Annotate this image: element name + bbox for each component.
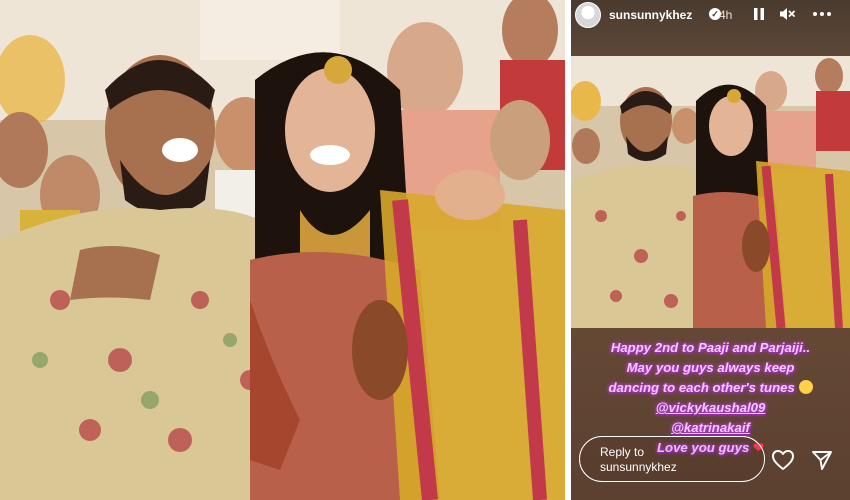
pause-icon (754, 8, 764, 20)
reply-input[interactable]: Reply to sunsunnykhez (579, 436, 765, 482)
mention-vicky[interactable]: @vickykaushal09 (571, 398, 850, 418)
speaker-muted-icon (780, 8, 795, 20)
caption-line-1: Happy 2nd to Paaji and Parjaiji.. (610, 340, 811, 355)
mention-katrina[interactable]: @katrinakaif (571, 418, 850, 438)
story-timestamp: 4h (719, 8, 733, 22)
pause-button[interactable] (751, 6, 767, 22)
story-photo (571, 56, 850, 328)
like-button[interactable] (771, 449, 795, 471)
more-options-icon (813, 12, 831, 16)
caption-line-3: dancing to each other's tunes (608, 380, 795, 395)
caption-line-2: May you guys always keep (626, 360, 795, 375)
photo-illustration (0, 0, 565, 500)
reply-target: sunsunnykhez (600, 460, 677, 474)
instagram-story: sunsunnykhez ✓ 4h Happy 2nd to Paaji and… (571, 0, 850, 500)
heart-icon (772, 450, 794, 470)
caption-line-3-wrap: dancing to each other's tunes (571, 378, 850, 398)
send-icon (812, 451, 832, 470)
main-photo (0, 0, 565, 500)
grimacing-face-emoji-icon (798, 380, 813, 394)
story-photo-illustration (571, 56, 850, 328)
avatar[interactable] (575, 2, 601, 28)
more-options-button[interactable] (811, 5, 833, 23)
mute-button[interactable] (778, 5, 796, 23)
reply-label: Reply to (600, 445, 645, 459)
story-username[interactable]: sunsunnykhez (609, 8, 692, 22)
story-header: sunsunnykhez ✓ 4h (571, 0, 850, 30)
send-button[interactable] (811, 449, 833, 471)
